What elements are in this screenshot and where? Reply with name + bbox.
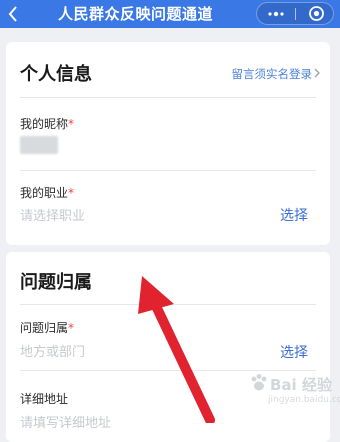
more-dots-icon[interactable]: [266, 8, 286, 20]
paw-icon: [251, 374, 267, 391]
divider: [20, 304, 316, 305]
job-select-button[interactable]: 选择: [280, 205, 308, 225]
watermark-url: jingyan.baidu.com: [268, 395, 340, 405]
page-title: 人民群众反映问题通道: [58, 5, 214, 23]
belong-label: 问题归属*: [20, 321, 75, 335]
divider: [20, 97, 316, 98]
address-input[interactable]: 请填写详细地址: [20, 412, 111, 431]
top-bar: 人民群众反映问题通道: [0, 0, 340, 28]
chevron-left-icon[interactable]: [4, 2, 22, 26]
divider: [20, 170, 316, 171]
real-name-login-link[interactable]: 留言须实名登录: [232, 66, 313, 82]
watermark-text: Bai 经验: [270, 376, 332, 394]
mini-program-capsule: [256, 2, 334, 25]
capsule-divider: [295, 8, 296, 20]
job-label: 我的职业*: [20, 186, 75, 200]
nickname-label: 我的昵称*: [20, 117, 75, 131]
nickname-value-blurred: [20, 136, 58, 154]
address-label: 详细地址: [20, 392, 69, 406]
close-circle-icon[interactable]: [308, 5, 325, 22]
job-placeholder[interactable]: 请选择职业: [20, 205, 85, 224]
baidu-jingyan-watermark: Bai 经验 jingyan.baidu.com: [248, 368, 340, 418]
belong-select-button[interactable]: 选择: [280, 342, 308, 362]
problem-belong-title: 问题归属: [20, 272, 92, 293]
personal-info-card: 个人信息 留言须实名登录 我的昵称* 我的职业* 请选择职业 选择: [6, 42, 330, 245]
chevron-right-icon: [314, 68, 320, 78]
personal-info-title: 个人信息: [20, 64, 92, 85]
belong-placeholder[interactable]: 地方或部门: [20, 341, 85, 360]
